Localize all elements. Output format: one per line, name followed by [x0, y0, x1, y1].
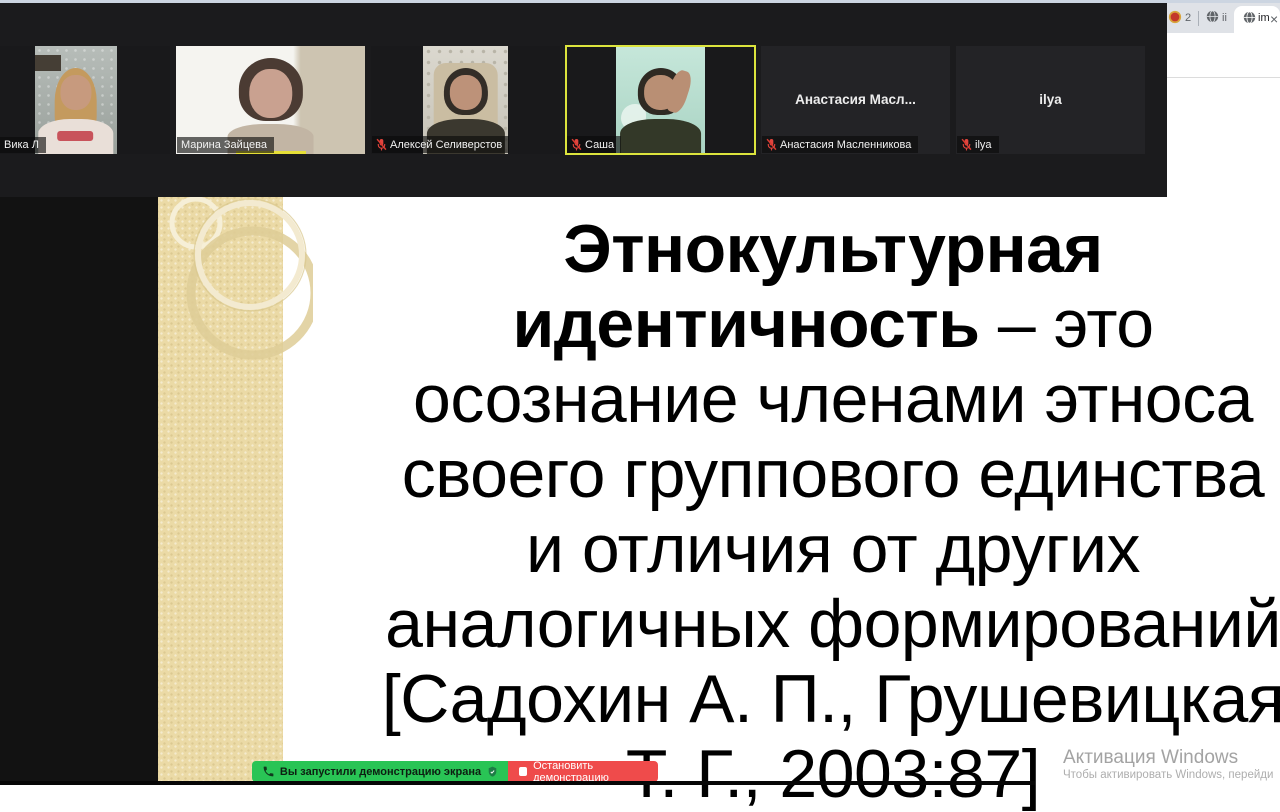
participant-name-label: ilya [957, 136, 999, 153]
zoom-filmstrip-window: Вика Л Марина Зайцева Алексей Селиверстов С… [0, 3, 1167, 197]
participant-tile[interactable]: Анастасия Масл... Анастасия Масленникова [761, 46, 950, 154]
slide-line: Этнокультурная [563, 211, 1103, 287]
tab-separator [1198, 11, 1199, 26]
notification-favicon [1168, 10, 1182, 24]
taskbar-edge [0, 781, 1035, 785]
stop-icon [519, 767, 528, 776]
participant-name-label: Саша [567, 136, 622, 153]
participant-name-label: Вика Л [0, 137, 46, 153]
slide-line: идентичность – это [512, 286, 1154, 362]
tab-badge[interactable]: 2 [1185, 12, 1191, 25]
security-shield-icon[interactable] [486, 765, 499, 779]
share-status-text: Вы запустили демонстрацию экрана [279, 765, 482, 778]
participant-tile[interactable]: Саша [566, 46, 755, 154]
phone-icon [263, 766, 274, 777]
muted-mic-icon [961, 138, 972, 151]
stop-share-button[interactable]: Остановить демонстрацию [508, 759, 658, 784]
slide-line: и отличия от других [525, 511, 1141, 587]
share-status-bar: Вы запустили демонстрацию экрана [252, 761, 508, 782]
participant-name-label: Марина Зайцева [177, 137, 274, 153]
windows-activation-subtext: Чтобы активировать Windows, перейди [1063, 769, 1274, 781]
participant-video [616, 46, 705, 154]
participant-name-label: Анастасия Масленникова [762, 136, 919, 153]
participant-display-name: ilya [1039, 92, 1062, 107]
tab-close-icon[interactable]: × [1270, 11, 1278, 27]
muted-mic-icon [376, 138, 387, 151]
slide-line: осознание членами этноса [413, 361, 1253, 437]
participant-tile[interactable]: Алексей Селиверстов [371, 46, 560, 154]
participant-name-label: Алексей Селиверстов [372, 136, 510, 153]
participant-video [34, 46, 117, 154]
muted-mic-icon [571, 138, 582, 151]
globe-icon [1206, 10, 1219, 23]
toolbar-divider [1167, 77, 1280, 78]
active-tab-title: im [1258, 12, 1270, 24]
windows-activation-watermark: Активация Windows [1063, 747, 1239, 768]
muted-mic-icon [766, 138, 777, 151]
stop-share-label: Остановить демонстрацию [533, 759, 609, 784]
slide-line: аналогичных формирований [385, 586, 1280, 662]
share-letterbox [0, 197, 158, 785]
participant-tile[interactable]: ilya ilya [956, 46, 1145, 154]
participant-display-name: Анастасия Масл... [795, 92, 916, 107]
participant-tile[interactable]: Вика Л [0, 46, 170, 154]
globe-icon [1243, 11, 1256, 24]
slide-text: Этнокультурная идентичность – это осозна… [283, 212, 1280, 812]
slide-line: [Садохин А. П., Грушевицкая [381, 661, 1280, 737]
tab-title[interactable]: ii [1222, 12, 1227, 25]
participant-tile[interactable]: Марина Зайцева [176, 46, 365, 154]
slide-line: своего группового единства [401, 436, 1265, 512]
